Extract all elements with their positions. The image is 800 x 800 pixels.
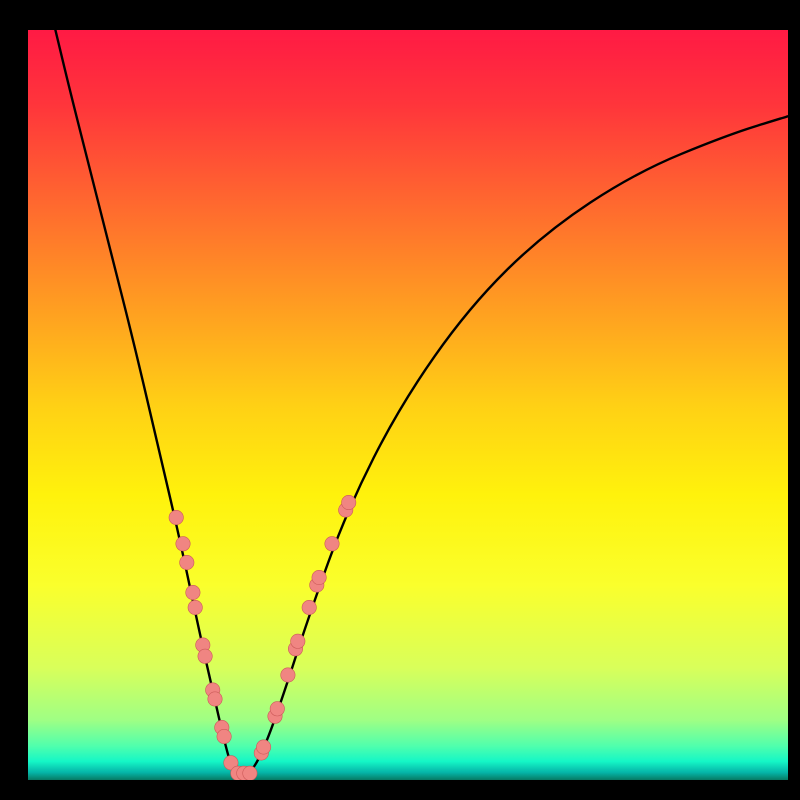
highlight-dot xyxy=(312,570,326,584)
highlight-dots xyxy=(169,495,356,780)
highlight-dot xyxy=(291,634,305,648)
frame-bottom xyxy=(0,780,800,800)
frame-left xyxy=(0,0,28,800)
chart-stage: TheBottleneck.com xyxy=(0,0,800,800)
highlight-dot xyxy=(169,510,183,524)
bottleneck-curve xyxy=(55,30,788,775)
highlight-dot xyxy=(186,585,200,599)
highlight-dot xyxy=(270,702,284,716)
highlight-dot xyxy=(243,766,257,780)
highlight-dot xyxy=(188,600,202,614)
highlight-dot xyxy=(256,740,270,754)
highlight-dot xyxy=(325,537,339,551)
highlight-dot xyxy=(176,537,190,551)
highlight-dot xyxy=(198,649,212,663)
frame-right xyxy=(788,0,800,800)
chart-svg xyxy=(28,30,788,780)
highlight-dot xyxy=(302,600,316,614)
highlight-dot xyxy=(281,668,295,682)
highlight-dot xyxy=(217,729,231,743)
highlight-dot xyxy=(208,692,222,706)
plot-area xyxy=(28,30,788,780)
highlight-dot xyxy=(180,555,194,569)
frame-top xyxy=(0,0,800,30)
highlight-dot xyxy=(342,495,356,509)
